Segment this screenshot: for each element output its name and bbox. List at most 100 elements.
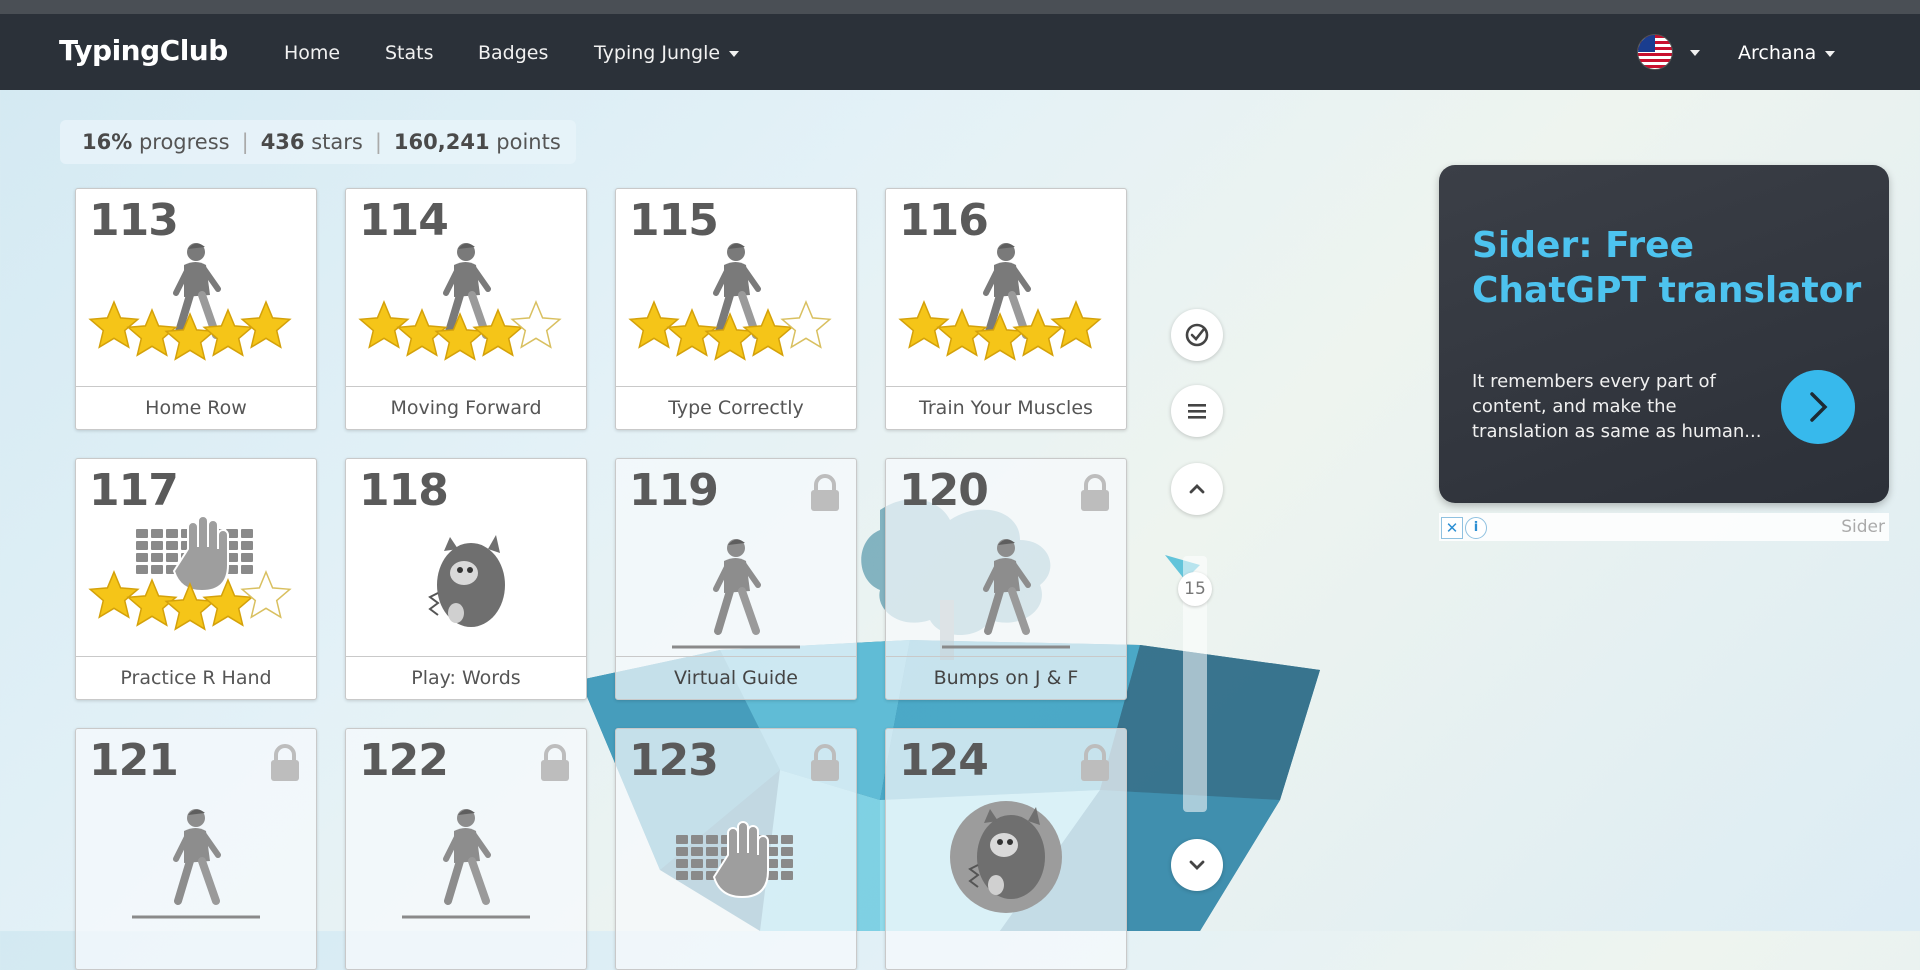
walking-person-icon [672, 539, 800, 649]
nav-typing-jungle[interactable]: Typing Jungle [594, 42, 740, 64]
walking-person-figure [443, 809, 491, 905]
progress-summary: 16% progress | 436 stars | 160,241 points [60, 120, 576, 164]
chevron-down-icon [1825, 50, 1836, 57]
menu-button[interactable] [1171, 385, 1223, 437]
chevron-up-icon [1189, 484, 1205, 494]
ad-description: It remembers every part of content, and … [1472, 371, 1762, 442]
star-icon [88, 570, 140, 619]
walking-person-icon [358, 243, 562, 361]
walking-person-figure [443, 243, 491, 339]
walking-person-figure [173, 243, 221, 339]
keyboard-hand-icon [676, 821, 793, 899]
lesson-card-114[interactable]: 114 Moving Forward [345, 188, 587, 430]
lesson-label: Train Your Muscles [886, 386, 1126, 429]
lesson-label: Bumps on J & F [886, 656, 1126, 699]
walking-person-icon [898, 243, 1102, 361]
nav-stats[interactable]: Stats [385, 42, 434, 64]
check-circle-icon [1185, 323, 1209, 347]
lesson-card-115[interactable]: 115 Type Correctly [615, 188, 857, 430]
progress-label: progress [138, 130, 230, 154]
ad-brand: Sider [1841, 517, 1885, 537]
keyboard-hand-figure [676, 821, 793, 899]
walking-person-icon [402, 809, 530, 919]
star-icon [974, 312, 1026, 361]
star-icon [898, 300, 950, 349]
lock-icon [1081, 474, 1109, 511]
stars-value: 436 [260, 130, 305, 154]
star-icon [240, 570, 292, 619]
user-name: Archana [1738, 42, 1817, 64]
nav-home[interactable]: Home [284, 42, 340, 64]
walking-person-icon [88, 243, 292, 361]
lesson-card-122[interactable]: 122 [345, 728, 587, 970]
lesson-card-121[interactable]: 121 [75, 728, 317, 970]
lesson-label: Type Correctly [616, 386, 856, 429]
monster-figure [950, 801, 1062, 913]
monster-game-icon [428, 535, 505, 627]
lesson-card-117[interactable]: 117 Practice R Hand [75, 458, 317, 700]
star-icon [1050, 300, 1102, 349]
lesson-card-120[interactable]: 120 Bumps on J & F [885, 458, 1127, 700]
scroll-page-indicator[interactable]: 15 [1178, 572, 1212, 606]
lock-icon [541, 744, 569, 781]
lesson-card-119[interactable]: 119 Virtual Guide [615, 458, 857, 700]
star-icon [628, 300, 680, 349]
chevron-down-icon [1189, 860, 1205, 870]
lesson-label: Practice R Hand [76, 656, 316, 699]
nav-badges[interactable]: Badges [478, 42, 548, 64]
lesson-card-124[interactable]: 124 [885, 728, 1127, 970]
hamburger-menu-icon [1188, 404, 1206, 419]
stars-label: stars [311, 130, 363, 154]
keyboard-hand-icon [88, 515, 292, 631]
ad-footer: ✕ i Sider [1439, 513, 1889, 541]
scroll-down-button[interactable] [1171, 839, 1223, 891]
points-value: 160,241 [393, 130, 490, 154]
ad-close-icon[interactable]: ✕ [1441, 517, 1463, 539]
lock-icon [271, 744, 299, 781]
lesson-card-123[interactable]: 123 [615, 728, 857, 970]
lesson-label: Play: Words [346, 656, 586, 699]
keyboard-hand-figure [136, 515, 253, 593]
star-icon [240, 300, 292, 349]
star-icon [704, 312, 756, 361]
lock-icon [811, 474, 839, 511]
monster-game-icon [950, 801, 1062, 913]
lesson-label: Virtual Guide [616, 656, 856, 699]
walking-person-icon [942, 539, 1070, 649]
lesson-card-113[interactable]: 113 Home Row [75, 188, 317, 430]
walking-person-figure [713, 539, 761, 635]
star-icon [88, 300, 140, 349]
points-label: points [496, 130, 561, 154]
chevron-down-icon [729, 50, 740, 57]
monster-figure [428, 535, 505, 627]
lesson-card-118[interactable]: 118 Play: Words [345, 458, 587, 700]
ad-info-icon[interactable]: i [1465, 517, 1487, 539]
star-icon [434, 312, 486, 361]
lock-icon [1081, 744, 1109, 781]
walking-person-figure [983, 243, 1031, 339]
scroll-up-button[interactable] [1171, 463, 1223, 515]
brand-logo[interactable]: TypingClub [59, 34, 228, 67]
user-menu[interactable]: Archana [1738, 42, 1836, 64]
lesson-label: Moving Forward [346, 386, 586, 429]
walking-person-figure [983, 539, 1031, 635]
sider-ad-card[interactable]: Sider: Free ChatGPT translator It rememb… [1439, 165, 1889, 503]
nav-typing-jungle-label: Typing Jungle [594, 42, 721, 64]
us-flag-icon[interactable] [1638, 35, 1672, 69]
star-icon [780, 300, 832, 349]
progress-value: 16% [82, 130, 133, 154]
lock-icon [811, 744, 839, 781]
chevron-down-icon[interactable] [1690, 50, 1700, 56]
ad-title: Sider: Free ChatGPT translator [1472, 225, 1862, 311]
star-icon [164, 312, 216, 361]
lesson-card-116[interactable]: 116 Train Your Muscles [885, 188, 1127, 430]
lesson-label: Home Row [76, 386, 316, 429]
walking-person-icon [132, 809, 260, 919]
chevron-right-icon [1810, 392, 1828, 422]
window-top-border [0, 0, 1920, 14]
walking-person-figure [173, 809, 221, 905]
top-navbar: TypingClub Home Stats Badges Typing Jung… [0, 14, 1920, 90]
star-icon [510, 300, 562, 349]
ad-go-button[interactable] [1781, 370, 1855, 444]
progress-check-button[interactable] [1171, 309, 1223, 361]
